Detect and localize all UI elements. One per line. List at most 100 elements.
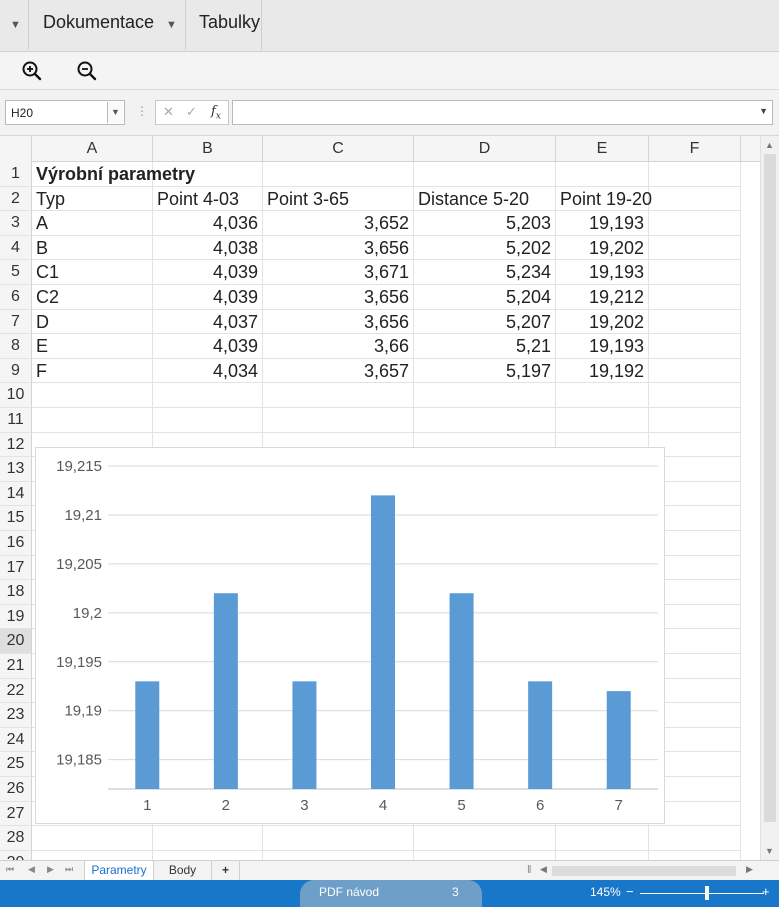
row-header[interactable]: 22	[0, 678, 32, 704]
column-header-c[interactable]: C	[263, 136, 414, 162]
table-cell[interactable]: B	[32, 235, 153, 261]
zoom-in-button[interactable]	[20, 59, 44, 83]
table-cell[interactable]: E	[32, 334, 153, 359]
cell[interactable]	[556, 850, 649, 860]
table-header-cell[interactable]: Distance 5-20	[414, 186, 556, 212]
column-header-f[interactable]: F	[649, 136, 741, 162]
cell[interactable]	[414, 850, 556, 860]
zoom-out-button[interactable]	[75, 59, 99, 83]
table-cell[interactable]: 4,038	[153, 235, 263, 261]
row-header[interactable]: 18	[0, 580, 32, 605]
table-cell[interactable]: 5,204	[414, 285, 556, 310]
cell[interactable]	[649, 285, 741, 310]
row-header[interactable]: 1	[0, 162, 32, 187]
cell[interactable]	[556, 826, 649, 851]
chevron-down-icon[interactable]: ▼	[107, 102, 123, 123]
table-cell[interactable]: 3,656	[263, 235, 414, 261]
cell[interactable]	[263, 162, 414, 187]
cell[interactable]	[153, 850, 263, 860]
cell[interactable]	[414, 162, 556, 187]
table-cell[interactable]: 19,202	[556, 309, 649, 335]
cell[interactable]	[649, 850, 741, 860]
row-header[interactable]: 14	[0, 481, 32, 507]
cell[interactable]	[556, 383, 649, 408]
cell[interactable]	[153, 383, 263, 408]
cell[interactable]	[414, 383, 556, 408]
breadcrumb-item-dokumentace[interactable]: Dokumentace	[43, 12, 154, 33]
table-cell[interactable]: A	[32, 211, 153, 236]
table-cell[interactable]: 3,66	[263, 334, 414, 359]
chevron-down-icon[interactable]: ▼	[10, 19, 21, 31]
table-cell[interactable]: 19,192	[556, 358, 649, 384]
cell[interactable]	[649, 358, 741, 384]
row-header[interactable]: 11	[0, 408, 32, 433]
column-header-e[interactable]: E	[556, 136, 649, 162]
table-cell[interactable]: 4,039	[153, 334, 263, 359]
table-cell[interactable]: 19,193	[556, 211, 649, 236]
row-header[interactable]: 9	[0, 358, 32, 384]
cancel-icon[interactable]: ✕	[163, 104, 174, 120]
scroll-left-icon[interactable]: ◀	[540, 864, 547, 875]
cell[interactable]	[153, 408, 263, 433]
row-header[interactable]: 4	[0, 235, 32, 261]
table-cell[interactable]: D	[32, 309, 153, 335]
table-cell[interactable]: 3,652	[263, 211, 414, 236]
vertical-scrollbar[interactable]: ▲ ▼	[760, 136, 779, 860]
table-cell[interactable]: 4,036	[153, 211, 263, 236]
row-header[interactable]: 15	[0, 506, 32, 531]
tab-splitter-icon[interactable]: ‖	[527, 864, 532, 876]
table-header-cell[interactable]: Point 3-65	[263, 186, 414, 212]
table-cell[interactable]: 19,193	[556, 334, 649, 359]
confirm-icon[interactable]: ✓	[186, 104, 197, 120]
cell[interactable]	[649, 235, 741, 261]
table-cell[interactable]: 4,039	[153, 260, 263, 285]
row-header[interactable]: 28	[0, 826, 32, 851]
cell[interactable]	[414, 408, 556, 433]
table-cell[interactable]: 3,657	[263, 358, 414, 384]
table-header-cell[interactable]: Typ	[32, 186, 153, 212]
table-cell[interactable]: 19,193	[556, 260, 649, 285]
cell[interactable]	[556, 408, 649, 433]
table-cell[interactable]: 5,207	[414, 309, 556, 335]
row-header[interactable]: 7	[0, 309, 32, 335]
table-cell[interactable]: 5,234	[414, 260, 556, 285]
cell[interactable]	[649, 826, 741, 851]
scroll-up-icon[interactable]: ▲	[765, 140, 774, 150]
zoom-plus-icon[interactable]: +	[762, 884, 770, 899]
scroll-down-icon[interactable]: ▼	[765, 846, 774, 856]
table-cell[interactable]: 5,197	[414, 358, 556, 384]
cell[interactable]	[32, 383, 153, 408]
column-header-d[interactable]: D	[414, 136, 556, 162]
chevron-down-icon[interactable]: ▼	[759, 106, 768, 116]
bar-chart[interactable]: 19,185 19,19 19,195 19,2 19,205 19,21 19,215 1 2…	[35, 447, 665, 824]
breadcrumb-item-tabulky[interactable]: Tabulky	[199, 12, 260, 33]
row-header[interactable]: 6	[0, 285, 32, 310]
table-cell[interactable]: 3,656	[263, 309, 414, 335]
cell[interactable]	[649, 408, 741, 433]
row-header[interactable]: 2	[0, 186, 32, 212]
zoom-slider-thumb[interactable]	[705, 886, 709, 900]
cell[interactable]	[649, 186, 741, 212]
table-cell[interactable]: F	[32, 358, 153, 384]
table-cell[interactable]: 4,039	[153, 285, 263, 310]
horizontal-scrollbar[interactable]: ◀ ▶	[536, 864, 758, 878]
table-cell[interactable]: 3,671	[263, 260, 414, 285]
zoom-minus-icon[interactable]: −	[626, 884, 634, 899]
sheet-title-cell[interactable]: Výrobní parametry	[32, 162, 195, 187]
cell[interactable]	[649, 334, 741, 359]
table-cell[interactable]: 3,656	[263, 285, 414, 310]
table-cell[interactable]: 5,21	[414, 334, 556, 359]
cell[interactable]	[263, 408, 414, 433]
chevron-down-icon[interactable]: ▼	[166, 19, 177, 31]
row-header[interactable]: 19	[0, 604, 32, 630]
cell[interactable]	[263, 850, 414, 860]
row-header[interactable]: 5	[0, 260, 32, 285]
cell[interactable]	[649, 309, 741, 335]
row-header[interactable]: 29	[0, 850, 32, 860]
cell[interactable]	[32, 408, 153, 433]
first-sheet-icon[interactable]: ⏮	[6, 864, 14, 875]
table-cell[interactable]: C2	[32, 285, 153, 310]
table-header-cell[interactable]: Point 19-20	[556, 186, 652, 212]
cell[interactable]	[649, 162, 741, 187]
formula-input[interactable]: ▼	[232, 100, 773, 125]
